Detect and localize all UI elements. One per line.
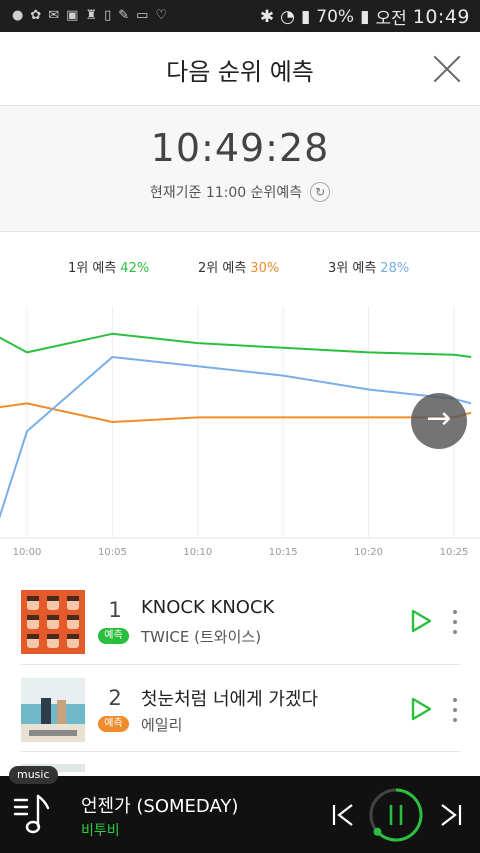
x-tick-label: 10:00 [13, 547, 42, 558]
legend-pct: 42% [120, 261, 150, 276]
legend-label: 1위 예측 [68, 261, 117, 276]
share-icon: ♜ [85, 8, 98, 23]
pause-button[interactable] [368, 787, 424, 843]
battery-icon: ▮ [360, 6, 370, 27]
legend-item-3: 3위 예측 28% [328, 257, 409, 276]
current-time: 10:49:28 [150, 126, 330, 170]
x-tick-label: 10:10 [183, 547, 212, 558]
list-item[interactable]: 1 예측 KNOCK KNOCK TWICE (트와이스) [0, 576, 480, 662]
photo-icon: ▭ [136, 8, 149, 23]
status-bar: ● ✿ ✉ ▣ ♜ ▯ ✎ ▭ ♡ ✱ ◔ ▮ 70% ▮ 오전 10:49 [0, 0, 480, 32]
x-tick-label: 10:15 [269, 547, 298, 558]
legend-label: 2위 예측 [198, 261, 247, 276]
bluetooth-icon: ✱ [259, 6, 275, 27]
more-options-button[interactable] [450, 610, 460, 636]
legend-label: 3위 예측 [328, 261, 377, 276]
prediction-badge: 예측 [98, 716, 129, 732]
prediction-subtitle: 현재기준 11:00 순위예측 [149, 185, 303, 201]
rank-prediction-chart: 10:00 10:05 10:10 10:15 10:20 10:25 [0, 306, 480, 558]
clock-panel: 10:49:28 현재기준 11:00 순위예측 ↻ [0, 106, 480, 232]
previous-button[interactable] [330, 802, 356, 828]
heart-icon: ♡ [155, 8, 168, 23]
play-button[interactable] [410, 697, 432, 721]
status-time: 10:49 [412, 5, 470, 28]
album-art [21, 678, 85, 742]
series-line-1 [0, 332, 472, 358]
refresh-icon: ↻ [315, 185, 326, 199]
artist-name: TWICE (트와이스) [141, 628, 262, 646]
x-tick-label: 10:20 [354, 547, 383, 558]
legend-pct: 28% [380, 261, 410, 276]
battery-percent: 70% [316, 6, 355, 27]
wifi-icon: ◔ [280, 6, 295, 27]
notification-icons: ● ✿ ✉ ▣ ♜ ▯ ✎ ▭ ♡ [12, 6, 167, 26]
list-item[interactable]: 2 예측 첫눈처럼 너에게 가겠다 에일리 [0, 664, 480, 750]
list-item[interactable] [0, 752, 480, 772]
artist-name: 에일리 [141, 716, 183, 734]
x-tick-label: 10:05 [98, 547, 127, 558]
number-icon: ▣ [66, 8, 79, 23]
prediction-badge: 예측 [98, 628, 129, 644]
x-tick-label: 10:25 [440, 547, 469, 558]
next-chart-button[interactable]: → [411, 393, 467, 449]
refresh-button[interactable]: ↻ [310, 182, 331, 202]
settings-icon: ✿ [30, 8, 42, 23]
player-song-title: 언젠가 (SOMEDAY) [81, 796, 239, 817]
series-line-2 [0, 402, 472, 423]
music-tag: music [9, 766, 58, 784]
legend-item-1: 1위 예측 42% [68, 257, 149, 276]
arrow-right-icon: → [426, 401, 452, 436]
signal-icon: ▮ [300, 6, 311, 27]
next-button[interactable] [438, 802, 464, 828]
song-title: KNOCK KNOCK [141, 597, 275, 618]
email-icon: ✉ [48, 8, 60, 23]
song-title: 첫눈처럼 너에게 가겠다 [141, 689, 319, 710]
rank-number: 1 [108, 598, 122, 622]
player-artist: 비투비 [81, 823, 120, 839]
header: 다음 순위 예측 [0, 32, 480, 106]
wrench-icon: ✎ [118, 8, 130, 23]
rank-number: 2 [108, 686, 122, 710]
series-line-3 [0, 356, 472, 519]
system-icons: ✱ ◔ ▮ 70% ▮ 오전 10:49 [259, 4, 470, 30]
chat-icon: ● [12, 8, 24, 23]
phone-icon: ▯ [104, 8, 112, 23]
legend-item-2: 2위 예측 30% [198, 257, 279, 276]
playlist-icon[interactable] [12, 792, 56, 836]
close-button[interactable] [432, 54, 462, 84]
legend-pct: 30% [250, 261, 280, 276]
prediction-caption: 현재기준 11:00 순위예측 ↻ [0, 182, 480, 202]
album-art [21, 590, 85, 654]
play-button[interactable] [410, 609, 432, 633]
page-title: 다음 순위 예측 [166, 58, 314, 86]
mini-player[interactable]: 언젠가 (SOMEDAY) 비투비 [0, 776, 480, 853]
more-options-button[interactable] [450, 698, 460, 724]
ampm: 오전 [375, 9, 407, 29]
